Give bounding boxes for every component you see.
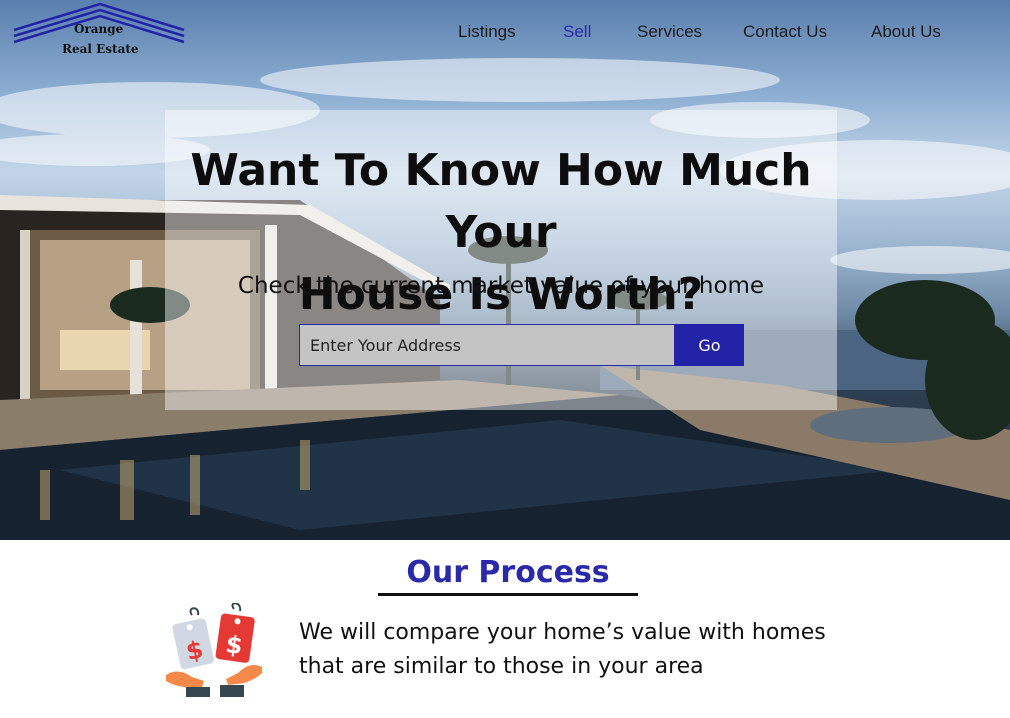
nav-item-contact-us[interactable]: Contact Us <box>743 22 827 42</box>
address-input[interactable] <box>299 324 675 366</box>
process-underline <box>378 593 638 596</box>
process-description-line2: that are similar to those in your area <box>299 654 704 679</box>
process-title: Our Process <box>406 555 610 590</box>
go-button[interactable]: Go <box>675 324 744 366</box>
valuation-card: Want To Know How Much Your House Is Wort… <box>165 110 837 410</box>
process-description-line1: We will compare your home’s value with h… <box>299 620 826 645</box>
hero-title-line1: Want To Know How Much Your <box>190 145 812 258</box>
nav-item-services[interactable]: Services <box>637 22 702 42</box>
main-nav: Listings Sell Services Contact Us About … <box>0 22 1010 46</box>
nav-item-about-us[interactable]: About Us <box>871 22 941 42</box>
site-header: Orange Real Estate Listings Sell Service… <box>0 0 1010 60</box>
price-tags-hands-icon: $ $ <box>164 602 264 699</box>
nav-item-listings[interactable]: Listings <box>458 22 516 42</box>
process-description: We will compare your home’s value with h… <box>299 616 919 684</box>
nav-item-sell[interactable]: Sell <box>563 22 591 42</box>
hero-subtitle: Check the current market value of your h… <box>237 273 765 299</box>
